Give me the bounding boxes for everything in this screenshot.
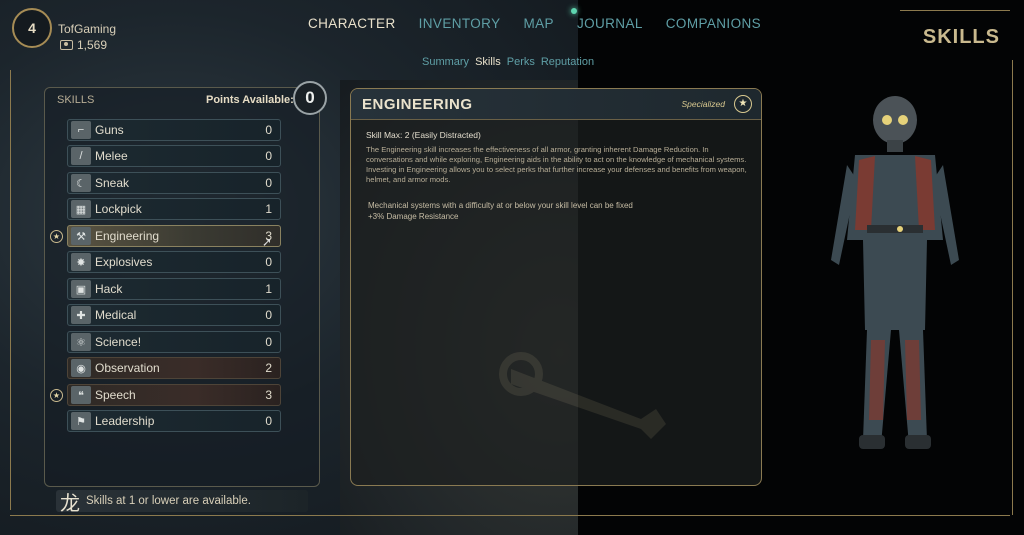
specialized-label: Specialized [681,99,725,109]
leadership-icon: ⚑ [71,412,91,430]
wrench-watermark-icon [499,352,666,439]
subtab-reputation[interactable]: Reputation [541,56,594,68]
frame-bottom-line [10,515,1010,516]
skill-row-guns[interactable]: ⌐ Guns 0 [67,119,281,141]
skill-value: 0 [265,176,272,190]
skill-value: 3 [265,388,272,402]
level-value: 4 [28,20,36,36]
skill-row-science[interactable]: ⚛ Science! 0 [67,331,281,353]
science-icon: ⚛ [71,333,91,351]
skill-row-engineering[interactable]: ⚒ Engineering 3 [67,225,281,247]
points-available-value: 0 [293,81,327,115]
skill-max: Skill Max: 2 (Easily Distracted) [366,130,481,140]
skill-name: Hack [95,282,123,296]
skill-value: 0 [265,149,272,163]
skill-name: Melee [95,149,128,163]
main-nav: CHARACTER INVENTORY MAP JOURNAL COMPANIO… [308,16,761,31]
subtab-skills[interactable]: Skills [475,56,501,68]
skill-name: Engineering [95,229,160,243]
tab-map[interactable]: MAP [523,16,553,31]
frame-right-line [1012,60,1013,515]
skill-row-leadership[interactable]: ⚑ Leadership 0 [67,410,281,432]
spacer-glyph-icon: 龙 [60,492,80,515]
skill-name: Lockpick [95,202,142,216]
skill-bonus: +3% Damage Resistance [368,212,459,221]
tab-companions[interactable]: COMPANIONS [666,16,761,31]
skill-row-explosives[interactable]: ✸ Explosives 0 [67,251,281,273]
skills-panel-label: SKILLS [57,94,95,106]
detail-header: ENGINEERING Specialized ★ [351,89,761,120]
player-name: TofGaming [58,22,117,36]
skill-bonus: Mechanical systems with a difficulty at … [368,201,633,210]
level-badge: 4 [12,8,52,48]
skill-name: Science! [95,335,142,349]
currency-display: 1,569 [60,38,107,52]
skill-value: 1 [265,202,272,216]
skill-value: 0 [265,308,272,322]
bits-value: 1,569 [77,38,108,52]
skills-footer-note: 龙 Skills at 1 or lower are available. [56,490,308,515]
specialized-star-icon: ★ [50,389,63,402]
tab-journal[interactable]: JOURNAL [577,16,643,31]
skill-name: Observation [95,361,160,375]
lockpick-icon: ▦ [71,200,91,218]
points-available-label: Points Available: [206,94,294,106]
wrench-icon: ⚒ [71,227,91,245]
subtab-perks[interactable]: Perks [507,56,535,68]
skill-row-speech[interactable]: ❝ Speech 3 [67,384,281,406]
skill-name: Medical [95,308,137,322]
skill-detail-panel: ENGINEERING Specialized ★ Skill Max: 2 (… [350,88,762,486]
skill-row-observation[interactable]: ◉ Observation 2 [67,357,281,379]
observation-icon: ◉ [71,359,91,377]
skill-value: 0 [265,123,272,137]
skill-value: 0 [265,335,272,349]
skill-row-hack[interactable]: ▣ Hack 1 [67,278,281,300]
skill-row-medical[interactable]: ✚ Medical 0 [67,304,281,326]
footer-note-text: Skills at 1 or lower are available. [86,495,251,507]
medical-icon: ✚ [71,306,91,324]
tab-character[interactable]: CHARACTER [308,16,396,31]
hack-icon: ▣ [71,280,91,298]
tab-inventory[interactable]: INVENTORY [419,16,501,31]
explosives-icon: ✸ [71,253,91,271]
player-character-model [831,96,959,449]
specialized-badge-icon: ★ [734,95,752,113]
frame-left-line [10,70,11,510]
subtab-summary[interactable]: Summary [422,56,469,68]
skill-name: Explosives [95,255,153,269]
journal-notification-icon [571,8,577,14]
skill-value: 0 [265,255,272,269]
frame-top-right-line [900,10,1010,11]
skill-value: 2 [265,361,272,375]
specialized-star-icon: ★ [50,230,63,243]
skill-name: Guns [95,123,124,137]
skill-row-melee[interactable]: / Melee 0 [67,145,281,167]
gun-icon: ⌐ [71,121,91,139]
sneak-icon: ☾ [71,174,91,192]
sub-nav: Summary Skills Perks Reputation [422,56,594,68]
skill-name: Leadership [95,414,155,428]
skill-value: 0 [265,414,272,428]
page-title: SKILLS [922,26,1000,48]
detail-title: ENGINEERING [362,95,473,113]
skill-description: The Engineering skill increases the effe… [366,145,747,184]
melee-icon: / [71,147,91,165]
skill-value: 1 [265,282,272,296]
bits-icon [60,40,73,50]
mouse-cursor-icon: ➚ [262,235,273,249]
skill-name: Speech [95,388,136,402]
skill-name: Sneak [95,176,130,190]
speech-icon: ❝ [71,386,91,404]
skill-row-sneak[interactable]: ☾ Sneak 0 [67,172,281,194]
skill-row-lockpick[interactable]: ▦ Lockpick 1 [67,198,281,220]
